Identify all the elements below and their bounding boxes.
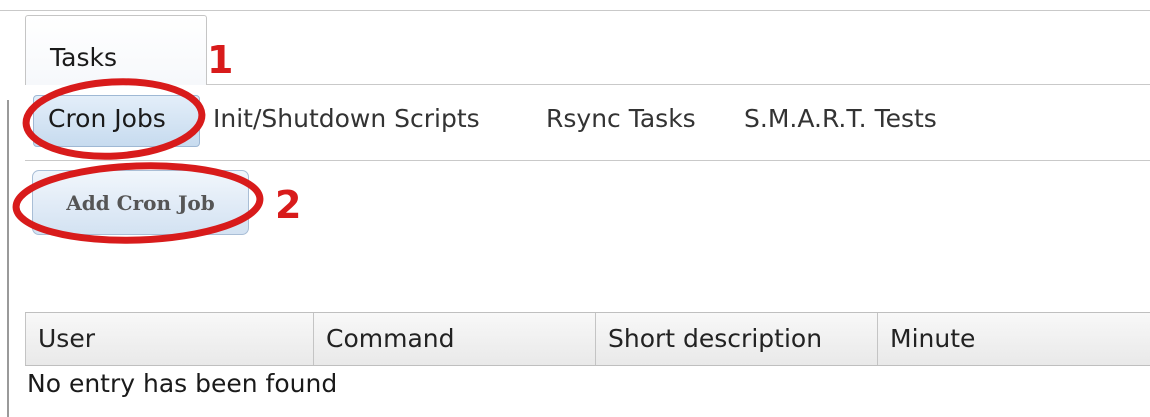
tab-tasks-label: Tasks (50, 43, 117, 72)
subtab-divider (25, 160, 1150, 161)
tab-strip-divider (207, 84, 1150, 85)
left-border (7, 100, 9, 417)
annotation-step-2: 2 (275, 183, 302, 227)
subtab-rsync-tasks[interactable]: Rsync Tasks (546, 103, 696, 135)
empty-table-message: No entry has been found (27, 369, 338, 398)
top-divider (0, 10, 1150, 11)
subtab-init-shutdown-scripts[interactable]: Init/Shutdown Scripts (213, 103, 480, 135)
column-header-user[interactable]: User (25, 313, 313, 365)
add-cron-job-button[interactable]: Add Cron Job (32, 170, 249, 235)
subtab-cron-jobs[interactable]: Cron Jobs (33, 95, 200, 147)
column-header-minute[interactable]: Minute (877, 313, 1150, 365)
column-header-short-description[interactable]: Short description (595, 313, 877, 365)
column-header-command[interactable]: Command (313, 313, 595, 365)
table-header: User Command Short description Minute (25, 312, 1150, 366)
annotation-step-1: 1 (207, 38, 234, 82)
subtab-smart-tests[interactable]: S.M.A.R.T. Tests (744, 103, 937, 135)
